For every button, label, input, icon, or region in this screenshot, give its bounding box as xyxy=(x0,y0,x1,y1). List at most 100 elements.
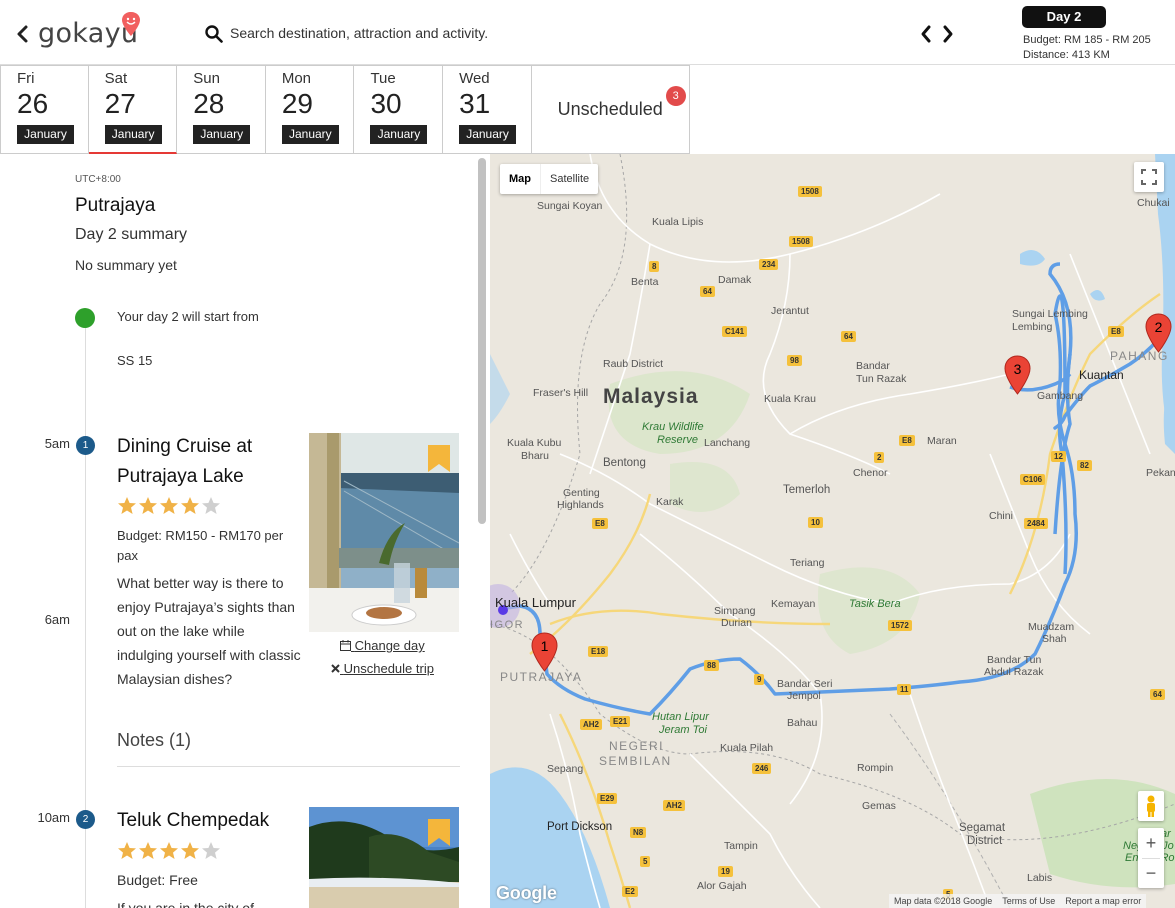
zoom-in-button[interactable]: + xyxy=(1138,828,1164,858)
bookmark-icon[interactable] xyxy=(428,819,450,846)
unschedule-trip-link[interactable]: Unschedule trip xyxy=(331,661,434,676)
road-shield: 82 xyxy=(1077,460,1092,471)
map-label-kuala-pilah: Kuala Pilah xyxy=(720,742,774,754)
star-filled-icon xyxy=(160,497,178,514)
itinerary-scrollbar[interactable] xyxy=(478,158,486,524)
date-tab-fri-26[interactable]: Fri 26 January xyxy=(0,65,89,154)
road-shield: E21 xyxy=(610,716,631,727)
bookmark-icon[interactable] xyxy=(428,445,450,472)
road-shield: 1508 xyxy=(789,236,813,247)
itinerary-panel: UTC+8:00 Putrajaya Day 2 summary No summ… xyxy=(0,154,490,908)
date-tab-weekday: Fri xyxy=(17,70,35,87)
next-day-arrow-icon[interactable] xyxy=(941,24,955,44)
road-shield: 64 xyxy=(841,331,856,342)
map-label-chenor: Chenor xyxy=(853,467,888,479)
road-shield: 64 xyxy=(700,286,715,297)
street-view-pegman[interactable] xyxy=(1138,791,1164,821)
road-shield: E8 xyxy=(1108,326,1124,337)
close-icon xyxy=(331,664,340,673)
previous-day-arrow-icon[interactable] xyxy=(919,24,933,44)
map-label-kuala-krau: Kuala Krau xyxy=(764,393,816,405)
star-empty-icon xyxy=(202,497,220,514)
activity-2-title[interactable]: Teluk Chempedak xyxy=(117,806,302,836)
map-label-abdul-razak: Abdul Razak xyxy=(984,666,1044,678)
map-label-simpang: Simpang xyxy=(714,605,756,617)
map-label-jeram-toi: Jeram Toi xyxy=(659,724,707,736)
map-label-kuala-lipis: Kuala Lipis xyxy=(652,216,704,228)
map-label-tun-razak: Tun Razak xyxy=(856,373,907,385)
map-label-district: District xyxy=(967,835,1003,847)
day-summary-text[interactable]: No summary yet xyxy=(75,257,177,273)
road-shield: E29 xyxy=(597,793,618,804)
map-label-karak: Karak xyxy=(656,496,684,508)
map-marker-1[interactable]: 1 xyxy=(531,632,558,672)
change-day-link[interactable]: Change day xyxy=(340,638,425,653)
terms-of-use-link[interactable]: Terms of Use xyxy=(997,894,1060,908)
activity-1-title[interactable]: Dining Cruise at Putrajaya Lake xyxy=(117,432,302,492)
road-shield: 1572 xyxy=(888,620,912,631)
map-label-hutan-lipur: Hutan Lipur xyxy=(652,711,709,723)
map-label-muadzam: Muadzam xyxy=(1028,621,1075,633)
route-map[interactable]: Malaysia Kuala Lumpur PUTRAJAYA NEGERI S… xyxy=(490,154,1175,908)
map-type-map-button[interactable]: Map xyxy=(500,164,540,194)
date-tab-month: January xyxy=(459,125,517,144)
activity-1-notes[interactable]: Notes (1) xyxy=(117,730,191,751)
map-label-reserve: Reserve xyxy=(657,434,698,446)
start-point-place[interactable]: SS 15 xyxy=(117,353,152,368)
map-marker-label: 2 xyxy=(1154,319,1163,335)
map-label-genting: Genting xyxy=(563,487,600,499)
map-label-segamat: Segamat xyxy=(959,822,1006,834)
date-tab-sun-28[interactable]: Sun 28 January xyxy=(177,65,266,154)
road-shield: C141 xyxy=(722,326,748,337)
unscheduled-tab[interactable]: Unscheduled 3 xyxy=(531,65,690,154)
activity-2-time: 10am xyxy=(37,810,70,825)
map-label-bandar: Bandar xyxy=(856,360,890,372)
report-map-error-link[interactable]: Report a map error xyxy=(1060,894,1146,908)
road-shield: C106 xyxy=(1020,474,1046,485)
map-marker-3[interactable]: 3 xyxy=(1004,355,1031,395)
activity-1-time: 5am xyxy=(44,436,70,451)
search-input[interactable] xyxy=(230,22,830,44)
star-filled-icon xyxy=(118,842,136,859)
map-type-satellite-button[interactable]: Satellite xyxy=(540,164,598,194)
road-shield: E2 xyxy=(622,886,638,897)
activity-2-budget: Budget: Free xyxy=(117,872,198,888)
date-tab-month: January xyxy=(17,125,74,144)
map-label-raub: Raub District xyxy=(603,358,664,370)
star-empty-icon xyxy=(202,842,220,859)
star-filled-icon xyxy=(139,497,157,514)
map-label-durian: Durian xyxy=(721,617,752,629)
map-label-frasers-hill: Fraser's Hill xyxy=(533,387,589,399)
current-day-pill: Day 2 xyxy=(1022,6,1106,28)
map-label-jerantut: Jerantut xyxy=(771,305,809,317)
map-label-labis: Labis xyxy=(1027,872,1053,884)
activity-2-description: If you are in the city of xyxy=(117,900,254,908)
date-tab-sat-27[interactable]: Sat 27 January xyxy=(88,65,178,154)
zoom-out-button[interactable]: − xyxy=(1138,858,1164,888)
map-label-bentong: Bentong xyxy=(603,457,646,469)
map-label-teriang: Teriang xyxy=(790,557,825,569)
map-attribution: Map data ©2018 Google Terms of Use Repor… xyxy=(889,894,1147,908)
road-shield: 8 xyxy=(649,261,660,272)
date-tab-wed-31[interactable]: Wed 31 January xyxy=(443,65,532,154)
fullscreen-button[interactable] xyxy=(1134,162,1164,192)
map-marker-2[interactable]: 2 xyxy=(1145,313,1172,353)
map-label-gemas: Gemas xyxy=(862,800,896,812)
date-tab-day-number: 31 xyxy=(459,88,491,119)
road-shield: 64 xyxy=(1150,689,1165,700)
map-label-sungai-koyan: Sungai Koyan xyxy=(537,200,603,212)
date-tab-day-number: 30 xyxy=(370,88,402,119)
date-tab-weekday: Sun xyxy=(193,70,220,87)
date-tab-mon-29[interactable]: Mon 29 January xyxy=(265,65,355,154)
map-label-lembing: Lembing xyxy=(1012,321,1053,333)
search-icon xyxy=(205,25,223,43)
google-logo[interactable]: Google xyxy=(496,883,557,904)
back-arrow-icon[interactable] xyxy=(14,24,30,44)
map-label-alor-gajah: Alor Gajah xyxy=(697,880,747,892)
map-label-chukai: Chukai xyxy=(1137,197,1170,209)
date-tab-tue-30[interactable]: Tue 30 January xyxy=(354,65,444,154)
map-label-damak: Damak xyxy=(718,274,752,286)
map-label-jempol: Jempol xyxy=(787,690,821,702)
date-tab-weekday: Mon xyxy=(281,70,312,87)
star-filled-icon xyxy=(181,497,199,514)
